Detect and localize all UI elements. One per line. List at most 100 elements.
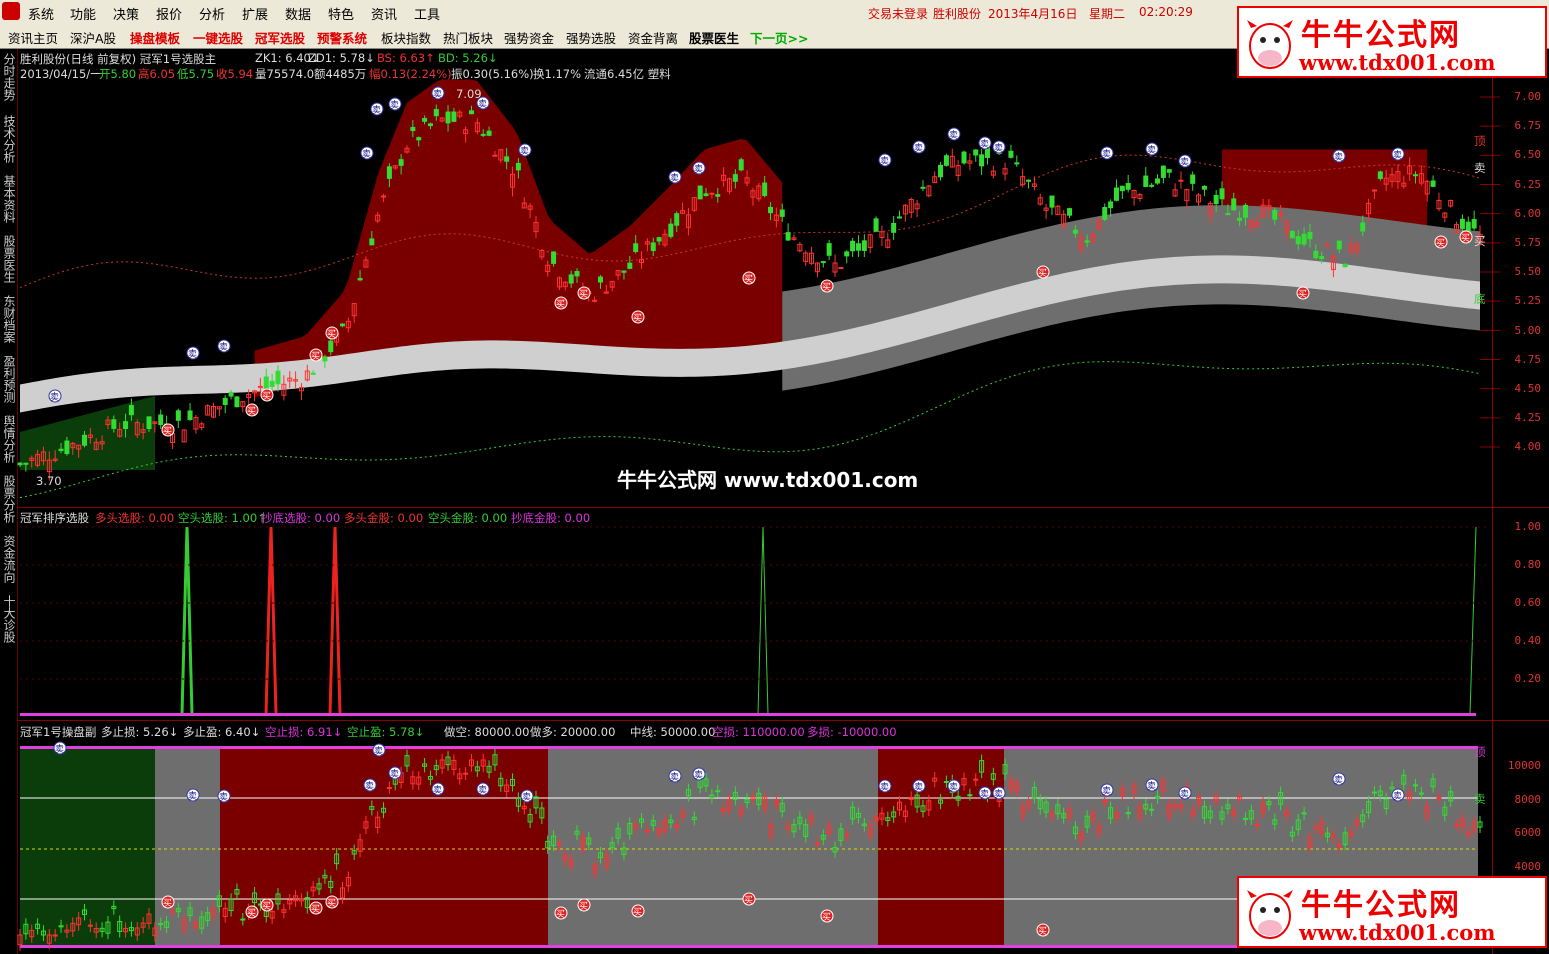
candle-body bbox=[263, 376, 269, 390]
sell-signal-label: 卖 bbox=[914, 143, 923, 154]
candle-body bbox=[1471, 219, 1477, 229]
buy-signal-label: 买 bbox=[327, 329, 336, 340]
sub-candle-body bbox=[1418, 792, 1424, 795]
price-axis-tick: 7.00 bbox=[1514, 90, 1542, 103]
candle-body bbox=[1231, 198, 1237, 211]
rank-signal-spike bbox=[757, 526, 769, 715]
candle-body bbox=[1201, 185, 1207, 190]
candle-body bbox=[269, 380, 275, 387]
bar-info-turnover: 换1.17% bbox=[533, 67, 582, 81]
sub-buy-label: 买 bbox=[311, 904, 320, 915]
sub-red-zone bbox=[878, 748, 1004, 946]
candle-body bbox=[1430, 180, 1436, 187]
bar-info-open: 开5.80 bbox=[99, 67, 137, 81]
sub-candle-body bbox=[87, 924, 93, 927]
candle-body bbox=[973, 149, 979, 156]
candle-body bbox=[1190, 174, 1196, 184]
candle-body bbox=[674, 213, 680, 226]
candle-body bbox=[123, 421, 129, 429]
buy-signal-label: 买 bbox=[1461, 233, 1470, 244]
buy-signal-label: 买 bbox=[556, 299, 565, 310]
candle-body bbox=[592, 299, 598, 302]
buy-signal-label: 买 bbox=[1436, 238, 1445, 249]
candle-body bbox=[820, 261, 826, 264]
candle-body bbox=[703, 193, 709, 197]
sub-band-label-sell: 卖 bbox=[1474, 792, 1486, 806]
candle-body bbox=[410, 126, 416, 132]
candle-body bbox=[422, 117, 428, 122]
legend-item: 空头选股: 1.00↑ bbox=[178, 511, 267, 525]
candle-body bbox=[891, 222, 897, 233]
sub-panel-title: 冠军1号操盘副 bbox=[20, 725, 97, 739]
legend-item: 多止损: 5.26↓ bbox=[101, 725, 179, 739]
rank-signal-spike bbox=[180, 526, 194, 715]
candle-body bbox=[1219, 188, 1225, 200]
sub-candle-body bbox=[52, 934, 58, 937]
candle-body bbox=[1008, 150, 1014, 158]
candle-body bbox=[1119, 185, 1125, 192]
legend-item: 做多: 20000.00 bbox=[530, 725, 616, 739]
sub-candle-body bbox=[814, 842, 820, 845]
sub-axis-tick: 4000 bbox=[1514, 859, 1542, 873]
candle-body bbox=[427, 123, 433, 127]
sell-signal-label: 卖 bbox=[520, 146, 529, 157]
candle-body bbox=[1213, 194, 1219, 205]
price-axis-tick: 5.25 bbox=[1514, 294, 1542, 308]
candle-body bbox=[357, 278, 363, 281]
sell-signal-label: 卖 bbox=[219, 342, 228, 353]
candle-body bbox=[1155, 178, 1161, 184]
candle-body bbox=[1225, 213, 1231, 216]
sub-candle-body bbox=[158, 923, 164, 926]
candle-body bbox=[1242, 204, 1248, 218]
candle-body bbox=[861, 240, 867, 251]
rank-signal-spike bbox=[264, 526, 278, 715]
bar-info-amount: 额4485万 bbox=[314, 67, 367, 81]
candle-body bbox=[697, 185, 703, 200]
sub-sell-label: 卖 bbox=[949, 782, 958, 793]
buy-signal-label: 买 bbox=[633, 313, 642, 324]
candle-body bbox=[738, 159, 744, 171]
legend-item: 空头金股: 0.00 bbox=[428, 511, 508, 525]
candle-body bbox=[633, 243, 639, 252]
sub-candle-body bbox=[1125, 812, 1131, 815]
rank-axis-tick: 1.00 bbox=[1514, 520, 1542, 533]
sub-sell-label: 卖 bbox=[670, 772, 679, 783]
candle-body bbox=[339, 323, 345, 327]
price-axis-line bbox=[1492, 50, 1493, 954]
legend-item: 中线: 50000.00 bbox=[630, 725, 716, 739]
sub-sell-label: 卖 bbox=[522, 792, 531, 803]
candle-body bbox=[597, 276, 603, 283]
candle-body bbox=[779, 209, 785, 217]
low-price-mark: 3.70 bbox=[36, 474, 62, 488]
candle-body bbox=[1301, 233, 1307, 245]
price-axis-tick: 6.75 bbox=[1514, 119, 1542, 133]
candle-body bbox=[1084, 240, 1090, 243]
price-axis-tick: 5.50 bbox=[1514, 265, 1542, 279]
sub-buy-label: 买 bbox=[262, 901, 271, 912]
candle-body bbox=[850, 240, 856, 252]
bar-info-low: 低5.75 bbox=[177, 67, 215, 81]
sell-signal-label: 卖 bbox=[880, 156, 889, 167]
candle-body bbox=[146, 416, 152, 430]
candle-body bbox=[310, 372, 316, 375]
watermark-url: www.tdx001.com bbox=[1299, 50, 1496, 75]
sub-candle-body bbox=[240, 918, 246, 921]
sub-candle-body bbox=[1254, 824, 1260, 827]
center-watermark: 牛牛公式网 www.tdx001.com bbox=[617, 468, 919, 492]
sub-red-zone bbox=[220, 748, 548, 946]
gray-band bbox=[782, 205, 1480, 391]
candle-body bbox=[1313, 250, 1319, 259]
candle-body bbox=[386, 166, 392, 179]
sub-sell-label: 卖 bbox=[219, 792, 228, 803]
candle-body bbox=[416, 137, 422, 141]
watermark-badge-top: 牛牛公式网 www.tdx001.com bbox=[1237, 6, 1547, 78]
bd-value: BD: 5.26↓ bbox=[438, 51, 498, 65]
buy-signal-label: 买 bbox=[311, 351, 320, 362]
sub-buy-label: 买 bbox=[744, 895, 753, 906]
candle-body bbox=[328, 340, 334, 353]
candle-body bbox=[574, 271, 580, 277]
candle-body bbox=[257, 385, 263, 388]
sub-candle-body bbox=[644, 829, 650, 832]
sub-sell-label: 卖 bbox=[1180, 789, 1189, 800]
sell-signal-label: 卖 bbox=[1147, 145, 1156, 156]
